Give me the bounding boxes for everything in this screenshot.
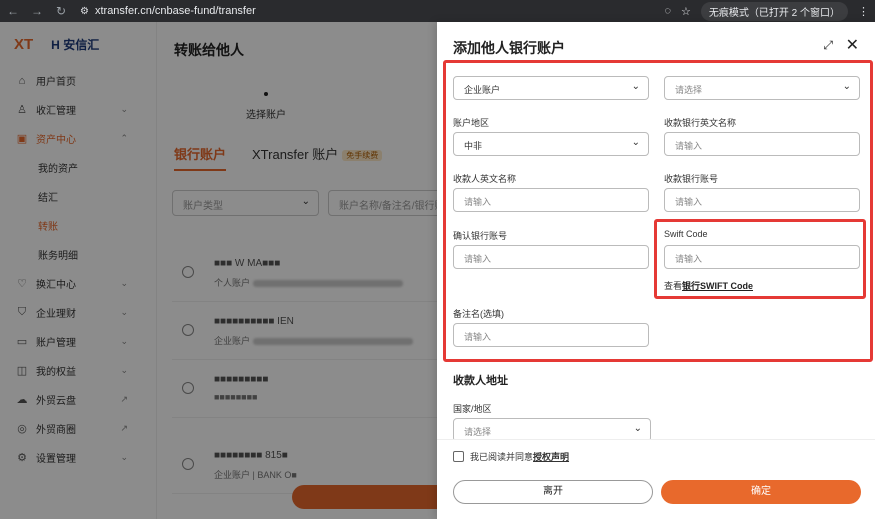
modal-overlay[interactable]	[0, 22, 437, 519]
payee-en-name-input[interactable]: 请输入	[453, 188, 649, 212]
payee-en-name-label: 收款人英文名称	[453, 174, 517, 184]
agree-checkbox[interactable]	[453, 451, 464, 462]
chevron-down-icon: ⌄	[842, 81, 851, 92]
remark-label: 备注名(选填)	[453, 309, 504, 319]
remark-input[interactable]: 请输入	[453, 323, 649, 347]
bank-select[interactable]: 请选择 ⌄	[664, 76, 860, 100]
chevron-down-icon: ⌄	[633, 423, 642, 434]
confirm-account-input[interactable]: 请输入	[453, 245, 649, 269]
region-label: 账户地区	[453, 118, 490, 128]
site-info-icon[interactable]: ⚙	[80, 6, 89, 17]
agreement-link[interactable]: 授权声明	[533, 452, 569, 462]
incognito-badge[interactable]: 无痕模式（已打开 2 个窗口）	[700, 1, 848, 21]
swift-code-input[interactable]: 请输入	[664, 245, 860, 269]
expand-icon[interactable]: ⤢	[823, 38, 833, 53]
bank-en-name-input[interactable]: 请输入	[664, 132, 860, 156]
chevron-down-icon: ⌄	[631, 81, 640, 92]
swift-lookup-link[interactable]: 银行SWIFT Code	[682, 281, 753, 291]
app: XT H 安信汇 ⌂ 用户首页 ♙ 收汇管理 ⌄ ▣ 资产中心 ⌃ 我的资产 结汇 转账 账务明细 ♡ 换…	[0, 22, 875, 519]
close-icon[interactable]: ✕	[846, 35, 859, 55]
confirm-button[interactable]: 确定	[661, 480, 861, 504]
region-select[interactable]: 中非 ⌄	[453, 132, 649, 156]
browser-nav: ← → ↻	[6, 4, 80, 18]
drawer-footer: 我已阅读并同意授权声明 离开 确定	[437, 439, 875, 519]
reload-icon[interactable]: ↻	[54, 4, 68, 18]
bank-en-name-label: 收款银行英文名称	[664, 118, 737, 128]
more-menu-icon[interactable]: ⋮	[858, 5, 869, 18]
confirm-account-label: 确认银行账号	[453, 231, 508, 241]
eye-off-icon[interactable]: ◌	[664, 5, 671, 17]
address-section-title: 收款人地址	[453, 375, 508, 387]
cancel-button[interactable]: 离开	[453, 480, 653, 504]
drawer-title: 添加他人银行账户	[453, 40, 565, 56]
country-label: 国家/地区	[453, 404, 492, 414]
account-type-select[interactable]: 企业账户 ⌄	[453, 76, 649, 100]
swift-code-label: Swift Code	[664, 229, 708, 239]
add-bank-account-drawer: 添加他人银行账户 ⤢ ✕ 企业账户 ⌄ 请选择 ⌄ 账户地区 中非 ⌄ 收款银行英文名…	[437, 22, 875, 519]
bank-account-label: 收款银行账号	[664, 174, 719, 184]
back-icon[interactable]: ←	[6, 4, 20, 18]
bookmark-star-icon[interactable]: ☆	[681, 5, 691, 18]
url-bar[interactable]: xtransfer.cn/cnbase-fund/transfer	[95, 5, 256, 17]
chevron-down-icon: ⌄	[631, 137, 640, 148]
swift-lookup: 查看银行SWIFT Code	[664, 281, 754, 291]
forward-icon[interactable]: →	[30, 4, 44, 18]
browser-toolbar: ← → ↻ ⚙ xtransfer.cn/cnbase-fund/transfe…	[0, 0, 875, 22]
agreement: 我已阅读并同意授权声明	[453, 450, 569, 463]
bank-account-input[interactable]: 请输入	[664, 188, 860, 212]
